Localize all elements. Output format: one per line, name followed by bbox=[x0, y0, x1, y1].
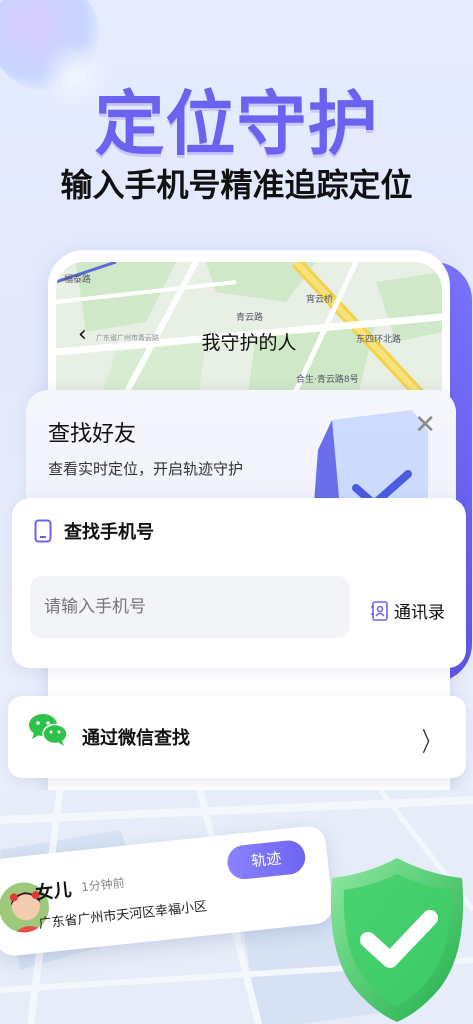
chevron-right-icon: 〉 bbox=[421, 728, 441, 758]
wechat-search-card[interactable]: 通过微信查找 〉 bbox=[8, 696, 466, 778]
map-label: 福泰路 bbox=[64, 273, 91, 285]
map-label: 青云路 bbox=[236, 311, 263, 323]
phone-search-label: 查找手机号 bbox=[64, 522, 154, 543]
contacts-label: 通讯录 bbox=[394, 603, 445, 623]
map-label: 宵云桥 bbox=[306, 293, 333, 305]
page-title: 我守护的人 bbox=[201, 332, 297, 354]
track-button[interactable]: 轨迹 bbox=[225, 838, 307, 881]
wechat-search-label: 通过微信查找 bbox=[82, 728, 190, 749]
wechat-icon bbox=[29, 714, 68, 746]
phone-number-input[interactable] bbox=[30, 576, 350, 638]
shield-check-icon bbox=[330, 858, 464, 1022]
phone-icon bbox=[34, 519, 52, 543]
person-name: 女儿 bbox=[34, 879, 73, 905]
contacts-button[interactable]: 通讯录 bbox=[370, 598, 445, 623]
phone-search-card: 查找手机号 通讯录 bbox=[12, 498, 466, 668]
person-update-time: 1分钟前 bbox=[80, 875, 126, 895]
close-icon[interactable]: ✕ bbox=[414, 412, 436, 438]
find-friend-title: 查找好友 bbox=[48, 422, 137, 447]
contacts-icon bbox=[371, 600, 388, 621]
hero-subtitle: 输入手机号精准追踪定位 bbox=[60, 166, 413, 204]
hero-title: 定位守护 bbox=[94, 83, 379, 165]
map-label: 合生·青云路8号 bbox=[296, 373, 359, 385]
find-friend-description: 查看实时定位，开启轨迹守护 bbox=[48, 460, 244, 478]
